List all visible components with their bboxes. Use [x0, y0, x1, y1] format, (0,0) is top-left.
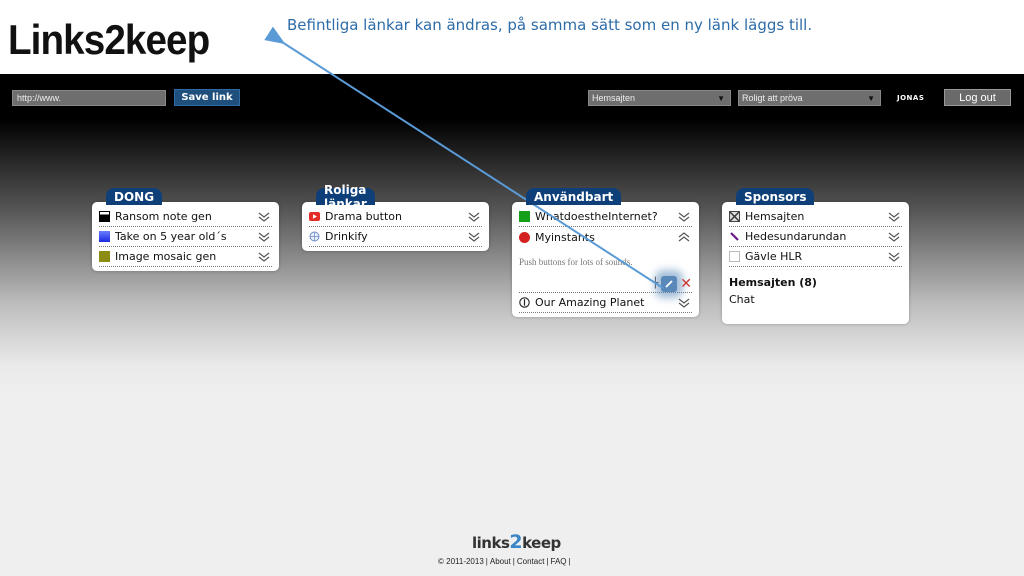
group-item[interactable]: Chat — [729, 289, 902, 306]
about-link[interactable]: About — [490, 557, 511, 566]
red-circle-favicon — [519, 231, 530, 243]
slide-title: Links2keep — [8, 16, 210, 63]
expand-chevron-icon[interactable] — [888, 212, 902, 222]
username-label: JONAS — [897, 94, 925, 102]
logo-suffix: keep — [522, 534, 561, 552]
footer-separator: | — [568, 557, 571, 566]
link-label: Take on 5 year old´s — [115, 230, 227, 243]
group-title[interactable]: Hemsajten (8) — [729, 267, 902, 289]
category-title[interactable]: Roliga länkar — [316, 183, 375, 211]
link-item[interactable]: Gävle HLR — [729, 247, 902, 267]
link-label: Drinkify — [325, 230, 368, 243]
link-item-expanded[interactable]: Myinstants — [519, 227, 692, 247]
url-input[interactable] — [12, 90, 166, 106]
expand-chevron-icon[interactable] — [678, 212, 692, 222]
expand-chevron-icon[interactable] — [468, 212, 482, 222]
footer-logo: links2keep — [472, 531, 561, 553]
group-select-value: Roligt att pröva — [742, 93, 803, 103]
move-icon[interactable]: ├ — [652, 278, 658, 289]
link-label: Hedesundarundan — [745, 230, 847, 243]
footer-separator: | — [485, 557, 488, 566]
link-item[interactable]: WhatdoestheInternet? — [519, 207, 692, 227]
link-label: Drama button — [325, 210, 402, 223]
category-select[interactable]: Hemsajten ▼ — [588, 90, 731, 106]
link-item[interactable]: Our Amazing Planet — [519, 293, 692, 313]
dropdown-caret-icon: ▼ — [717, 93, 725, 103]
logo-two: 2 — [509, 531, 523, 553]
category-card: WhatdoestheInternet? Myinstants Push but… — [512, 202, 699, 317]
green-square-favicon — [519, 211, 530, 222]
app-area: Save link Hemsajten ▼ Roligt att pröva ▼… — [0, 74, 1024, 576]
category-select-value: Hemsajten — [592, 93, 636, 103]
link-item[interactable]: Hedesundarundan — [729, 227, 902, 247]
logo-prefix: links — [472, 534, 510, 552]
delete-x-icon[interactable]: ✕ — [680, 277, 692, 291]
brush-favicon — [729, 231, 740, 242]
blank-square-favicon — [729, 251, 740, 262]
category-card: Hemsajten Hedesundarundan Gävle HLR Hems… — [722, 202, 909, 324]
link-label: Image mosaic gen — [115, 250, 217, 263]
info-circle-icon — [519, 297, 530, 308]
blue-gradient-favicon — [99, 231, 110, 242]
annotation-text: Befintliga länkar kan ändras, på samma s… — [287, 16, 813, 34]
link-label: Myinstants — [535, 230, 595, 244]
link-label: Ransom note gen — [115, 210, 212, 223]
group-select[interactable]: Roligt att pröva ▼ — [738, 90, 881, 106]
expand-chevron-icon[interactable] — [258, 232, 272, 242]
link-label: Gävle HLR — [745, 250, 803, 263]
expand-chevron-icon[interactable] — [888, 232, 902, 242]
link-item[interactable]: Ransom note gen — [99, 207, 272, 227]
link-label: Hemsajten — [745, 210, 805, 223]
youtube-icon — [309, 211, 320, 222]
category-card: Ransom note gen Take on 5 year old´s Ima… — [92, 202, 279, 271]
footer-separator: | — [512, 557, 515, 566]
contact-link[interactable]: Contact — [517, 557, 545, 566]
link-label: WhatdoestheInternet? — [535, 210, 658, 223]
olive-square-favicon — [99, 251, 110, 262]
link-item[interactable]: Drinkify — [309, 227, 482, 247]
copyright-text: © 2011-2013 — [438, 557, 484, 566]
footer-separator: | — [546, 557, 549, 566]
expand-chevron-icon[interactable] — [258, 212, 272, 222]
faq-link[interactable]: FAQ — [551, 557, 567, 566]
expand-chevron-icon[interactable] — [678, 298, 692, 308]
save-link-button[interactable]: Save link — [174, 89, 240, 106]
link-item[interactable]: Hemsajten — [729, 207, 902, 227]
dropdown-caret-icon: ▼ — [867, 93, 875, 103]
expand-chevron-icon[interactable] — [888, 252, 902, 262]
top-toolbar: Save link Hemsajten ▼ Roligt att pröva ▼… — [0, 74, 1024, 120]
expand-chevron-icon[interactable] — [468, 232, 482, 242]
link-label: Our Amazing Planet — [535, 296, 645, 309]
footer-links: © 2011-2013 | About | Contact | FAQ | — [438, 557, 571, 566]
link-description: Push buttons for lots of sounds. — [519, 257, 633, 267]
hourglass-favicon — [729, 211, 740, 222]
category-title[interactable]: Sponsors — [736, 188, 815, 205]
edit-pencil-icon[interactable] — [661, 275, 678, 292]
collapse-chevron-icon[interactable] — [678, 232, 692, 242]
category-title[interactable]: DONG — [106, 188, 163, 205]
logout-button[interactable]: Log out — [944, 89, 1011, 106]
expand-chevron-icon[interactable] — [258, 252, 272, 262]
black-square-favicon — [99, 211, 110, 222]
category-title[interactable]: Användbart — [526, 188, 622, 205]
link-item[interactable]: Take on 5 year old´s — [99, 227, 272, 247]
link-item[interactable]: Image mosaic gen — [99, 247, 272, 267]
globe-icon — [309, 231, 320, 242]
link-actions: ├ ✕ — [519, 275, 692, 293]
